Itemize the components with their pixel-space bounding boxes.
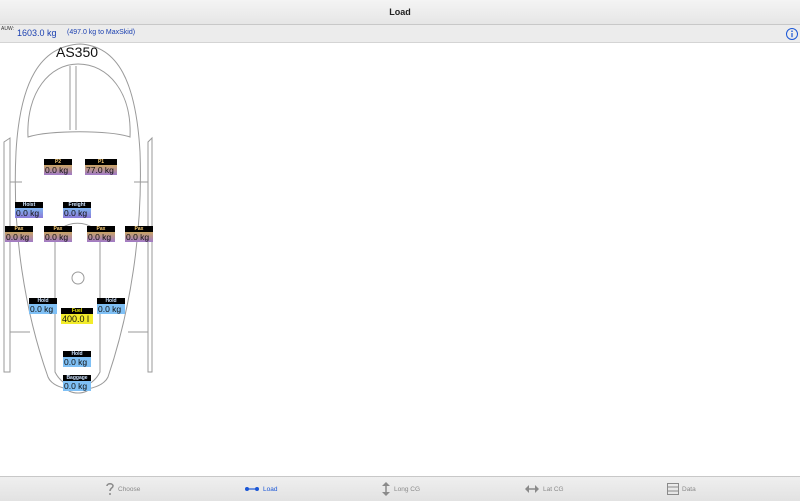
- station-fuel-value[interactable]: 400.0 l: [61, 314, 93, 324]
- station-p1-value[interactable]: 77.0 kg: [85, 165, 117, 175]
- tab-load-label: Load: [263, 485, 278, 493]
- table-icon: [667, 483, 679, 495]
- station-freight[interactable]: Freight 0.0 kg: [63, 202, 91, 218]
- question-icon: [106, 483, 114, 495]
- station-p2-value[interactable]: 0.0 kg: [44, 165, 72, 175]
- tab-long-cg-label: Long CG: [394, 485, 421, 493]
- aircraft-model-label: AS350: [56, 44, 99, 60]
- tab-data-label: Data: [682, 485, 696, 493]
- station-pax-3-value[interactable]: 0.0 kg: [87, 232, 115, 242]
- tab-long-cg[interactable]: Long CG: [381, 477, 420, 501]
- station-pax-4[interactable]: Pax 0.0 kg: [125, 226, 153, 242]
- station-hold-left[interactable]: Hold 0.0 kg: [29, 298, 57, 314]
- tab-data[interactable]: Data: [667, 477, 696, 501]
- station-fuel[interactable]: Fuel 400.0 l: [61, 308, 93, 324]
- station-pax-4-value[interactable]: 0.0 kg: [125, 232, 153, 242]
- window-title: Load: [0, 0, 800, 25]
- station-baggage-value[interactable]: 0.0 kg: [63, 381, 91, 391]
- station-hoist[interactable]: Hoist 0.0 kg: [15, 202, 43, 218]
- tab-choose[interactable]: Choose: [105, 477, 140, 501]
- station-hoist-value[interactable]: 0.0 kg: [15, 208, 43, 218]
- auw-value: 1603.0 kg: [17, 28, 57, 38]
- station-hold-right-value[interactable]: 0.0 kg: [97, 304, 125, 314]
- vertical-arrows-icon: [382, 482, 390, 496]
- auw-remaining: (497.0 kg to MaxSkid): [67, 29, 136, 36]
- station-p1[interactable]: P1 77.0 kg: [85, 159, 117, 175]
- tab-load[interactable]: Load: [244, 477, 277, 501]
- info-icon[interactable]: [785, 27, 799, 41]
- station-pax-1[interactable]: Pax 0.0 kg: [5, 226, 33, 242]
- station-hold-left-value[interactable]: 0.0 kg: [29, 304, 57, 314]
- auw-bar: AUW: 1603.0 kg (497.0 kg to MaxSkid): [0, 25, 800, 43]
- station-hold-rear-value[interactable]: 0.0 kg: [63, 357, 91, 367]
- tab-lat-cg[interactable]: Lat CG: [524, 477, 564, 501]
- helicopter-outline: [3, 43, 153, 394]
- station-freight-value[interactable]: 0.0 kg: [63, 208, 91, 218]
- station-hold-rear[interactable]: Hold 0.0 kg: [63, 351, 91, 367]
- station-hold-right[interactable]: Hold 0.0 kg: [97, 298, 125, 314]
- station-pax-1-value[interactable]: 0.0 kg: [5, 232, 33, 242]
- horizontal-arrows-icon: [525, 485, 539, 493]
- auw-label: AUW:: [1, 26, 14, 32]
- station-pax-2[interactable]: Pax 0.0 kg: [44, 226, 72, 242]
- tab-choose-label: Choose: [118, 485, 141, 493]
- tab-lat-cg-label: Lat CG: [543, 485, 564, 493]
- station-pax-3[interactable]: Pax 0.0 kg: [87, 226, 115, 242]
- station-baggage[interactable]: Baggage 0.0 kg: [63, 375, 91, 391]
- station-p2[interactable]: P2 0.0 kg: [44, 159, 72, 175]
- tab-bar: Choose Load Long CG Lat CG Data: [0, 476, 800, 501]
- load-slider-icon: [245, 487, 259, 491]
- station-pax-2-value[interactable]: 0.0 kg: [44, 232, 72, 242]
